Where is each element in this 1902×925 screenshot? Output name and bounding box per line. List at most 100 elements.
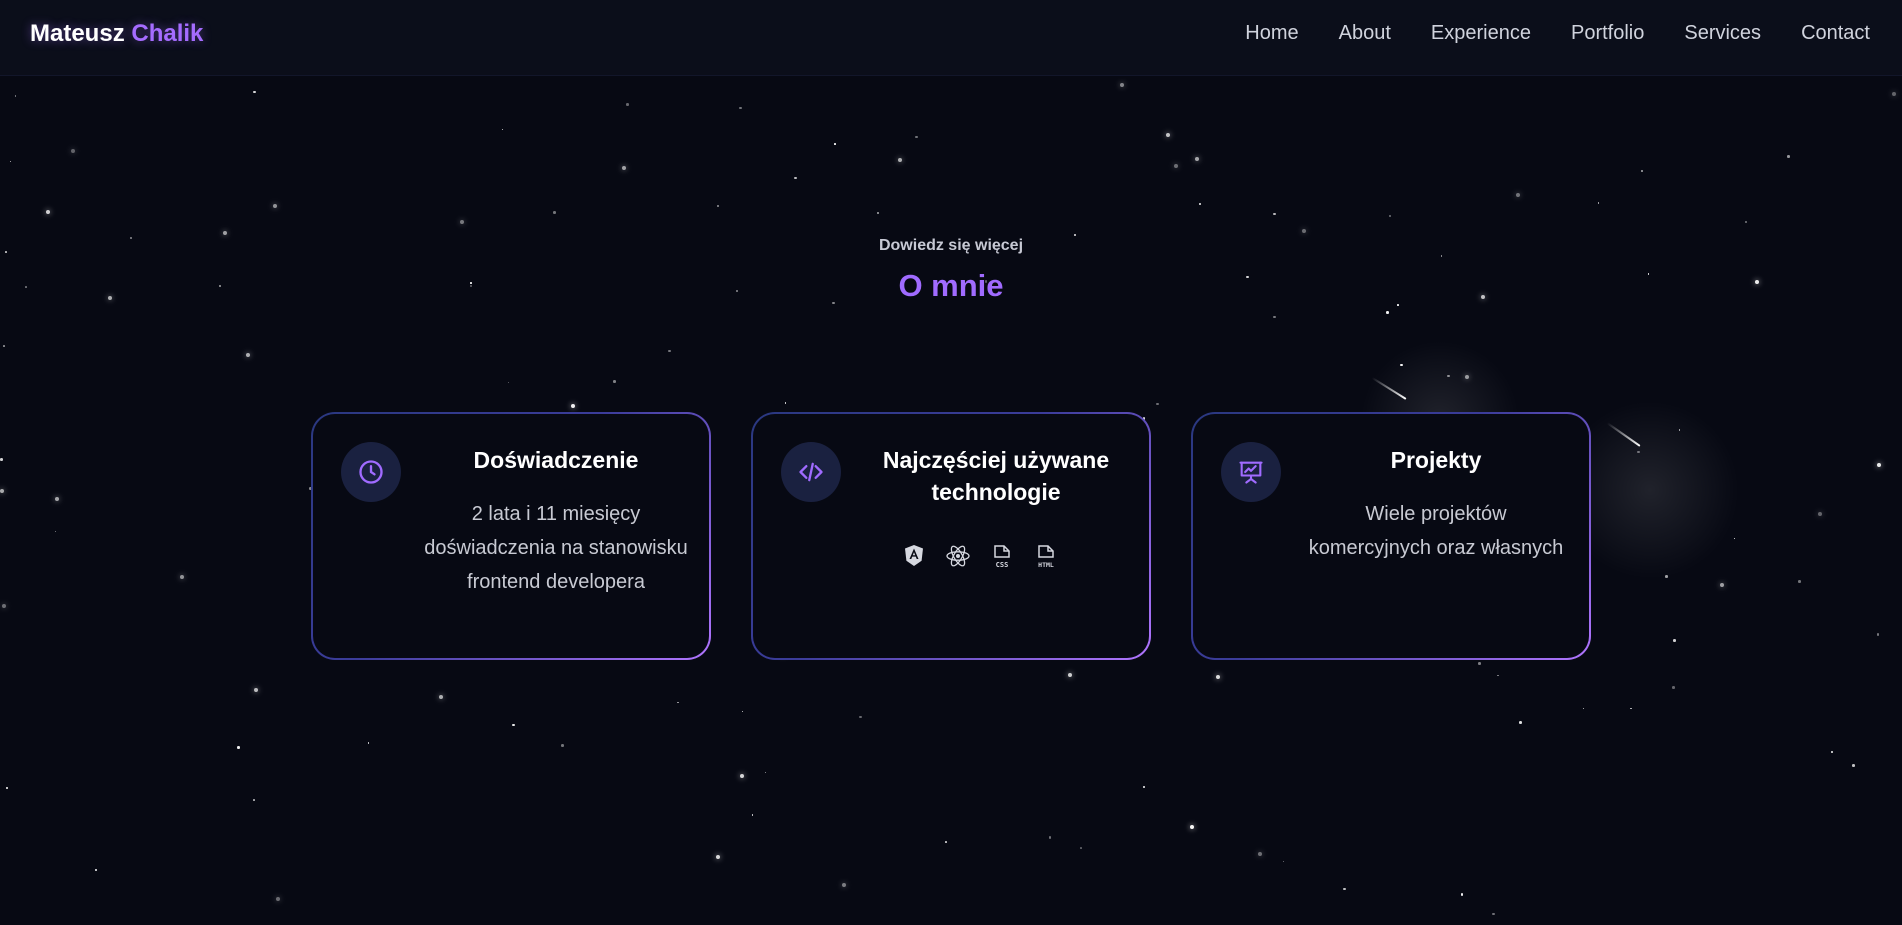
star xyxy=(1818,512,1823,517)
star xyxy=(1672,686,1675,689)
nav-about[interactable]: About xyxy=(1339,22,1391,45)
star xyxy=(1673,639,1676,642)
star xyxy=(439,695,444,700)
star xyxy=(1386,311,1389,314)
star xyxy=(237,746,240,749)
star xyxy=(621,165,626,170)
star xyxy=(945,841,947,843)
star xyxy=(0,489,5,494)
star xyxy=(253,90,256,94)
star xyxy=(54,530,57,533)
star xyxy=(507,381,510,384)
star xyxy=(677,701,679,704)
star xyxy=(1388,214,1392,218)
star xyxy=(1582,707,1585,710)
star xyxy=(859,715,862,719)
star xyxy=(715,854,720,859)
star xyxy=(367,742,370,744)
star xyxy=(1282,860,1285,863)
star xyxy=(626,103,629,106)
main-nav: Home About Experience Portfolio Services… xyxy=(1245,22,1870,45)
star xyxy=(253,688,258,693)
star xyxy=(179,575,184,580)
star xyxy=(751,814,754,816)
brand-last-name: Chalik xyxy=(131,20,204,47)
star xyxy=(1080,847,1082,849)
star xyxy=(222,230,227,235)
star xyxy=(1142,785,1146,789)
nav-services[interactable]: Services xyxy=(1684,22,1761,45)
nav-portfolio[interactable]: Portfolio xyxy=(1571,22,1644,45)
presentation-icon xyxy=(1221,442,1281,502)
star xyxy=(1492,912,1495,916)
card-title: Najczęściej używane technologie xyxy=(882,447,1110,505)
card-title: Projekty xyxy=(1390,447,1482,473)
star xyxy=(1397,304,1399,306)
star xyxy=(1174,163,1179,168)
star xyxy=(1640,169,1643,173)
star xyxy=(1478,662,1481,665)
star xyxy=(272,203,277,208)
star xyxy=(1189,824,1194,829)
star xyxy=(1497,674,1499,677)
star xyxy=(1119,82,1124,87)
star xyxy=(1830,750,1834,754)
star xyxy=(794,176,797,180)
star xyxy=(1597,202,1600,204)
card-text: 2 lata i 11 miesięcy doświadczenia na st… xyxy=(424,503,688,593)
star xyxy=(553,211,556,214)
section-eyebrow: Dowiedz się więcej xyxy=(878,237,1024,254)
star xyxy=(1720,583,1725,588)
star xyxy=(1198,202,1202,206)
technologies-card: Najczęściej używane technologie CSS HTML xyxy=(751,412,1151,660)
angular-icon xyxy=(903,544,925,570)
star xyxy=(253,799,255,801)
star xyxy=(1733,537,1735,540)
star xyxy=(1258,851,1263,856)
star xyxy=(1156,402,1159,406)
star xyxy=(1876,633,1880,636)
star xyxy=(716,204,720,208)
star xyxy=(668,349,671,353)
code-icon xyxy=(781,442,841,502)
star xyxy=(1,604,6,609)
brand-first-name: Mateusz xyxy=(30,20,125,47)
card-text: Wiele projektów komercyjnych oraz własny… xyxy=(1308,503,1564,559)
star xyxy=(459,219,464,224)
css-file-icon: CSS xyxy=(991,544,1013,570)
star xyxy=(1798,580,1801,583)
star xyxy=(54,497,59,502)
star xyxy=(70,148,75,153)
nav-experience[interactable]: Experience xyxy=(1431,22,1531,45)
star xyxy=(1068,672,1073,677)
nav-contact[interactable]: Contact xyxy=(1801,22,1870,45)
star xyxy=(512,723,515,727)
star xyxy=(1460,893,1464,896)
star xyxy=(739,106,742,110)
html-file-icon: HTML xyxy=(1035,544,1057,570)
star xyxy=(613,380,616,383)
star xyxy=(94,868,98,872)
star xyxy=(0,458,3,461)
star xyxy=(1630,707,1632,710)
star xyxy=(1852,764,1855,767)
brand-logo[interactable]: Mateusz Chalik xyxy=(30,20,203,48)
star xyxy=(741,710,744,713)
star xyxy=(1744,220,1748,224)
star xyxy=(1877,463,1882,468)
star xyxy=(1166,132,1171,137)
react-icon xyxy=(946,544,970,570)
star xyxy=(561,744,564,747)
star xyxy=(501,128,504,131)
star xyxy=(1302,228,1307,233)
css-label: CSS xyxy=(996,561,1009,569)
star xyxy=(1073,233,1076,237)
star xyxy=(834,143,836,145)
star xyxy=(764,771,767,774)
star xyxy=(14,95,17,97)
card-title: Doświadczenie xyxy=(473,447,639,473)
star xyxy=(5,786,9,790)
star xyxy=(1892,91,1897,96)
nav-home[interactable]: Home xyxy=(1245,22,1298,45)
section-title: O mnie xyxy=(898,268,1004,303)
